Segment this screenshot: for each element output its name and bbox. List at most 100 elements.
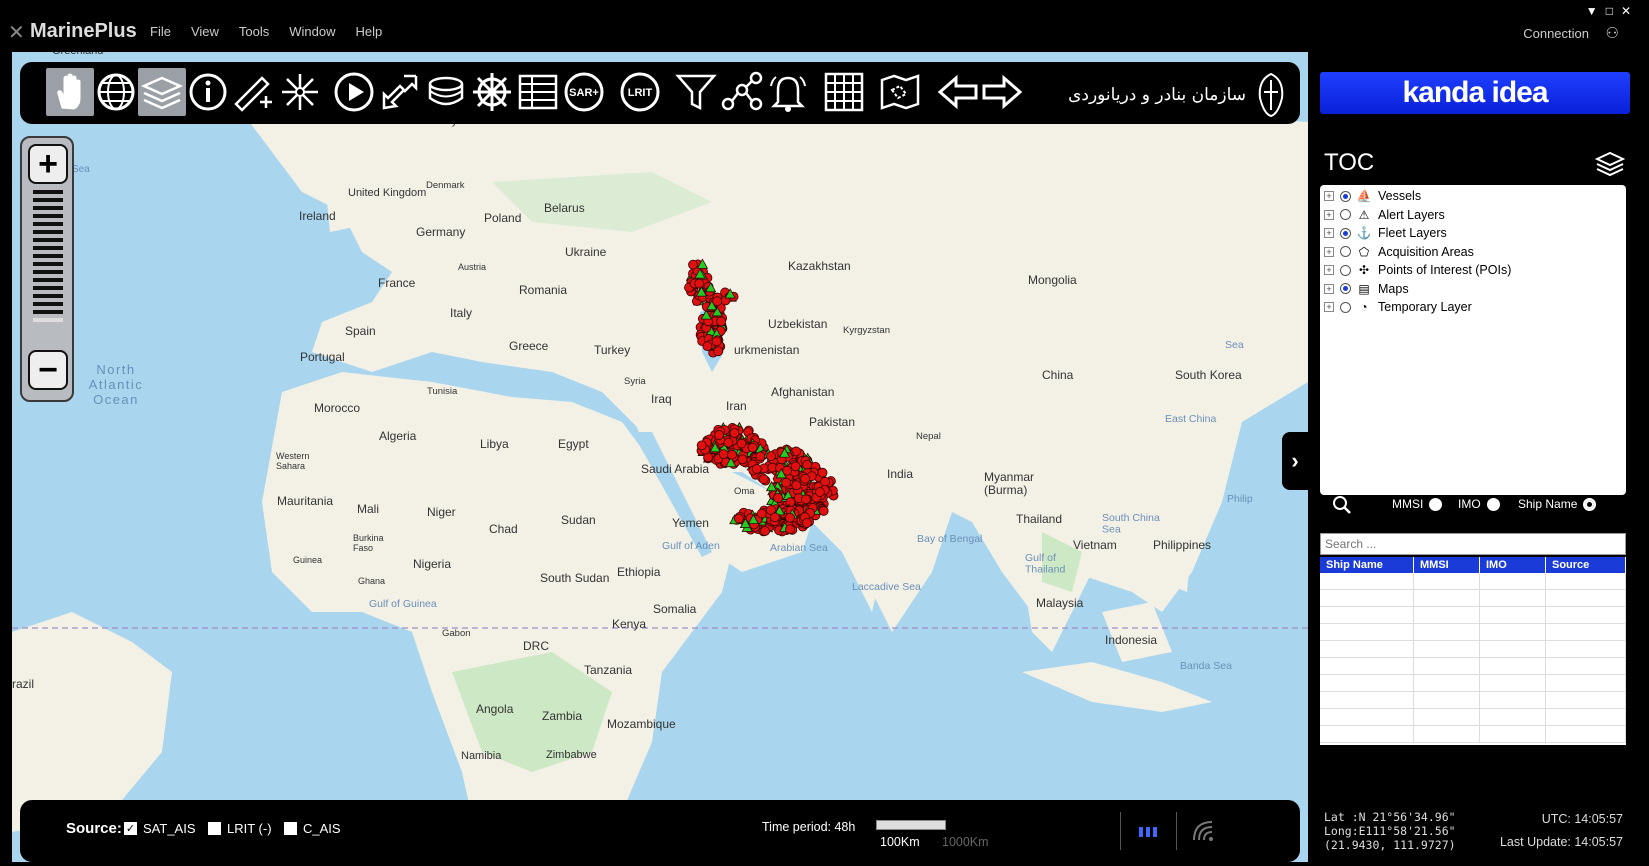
vessel-marker[interactable]	[818, 506, 829, 516]
imo-option[interactable]: IMO	[1458, 497, 1500, 511]
table-row[interactable]	[1320, 607, 1626, 624]
menu-view[interactable]: View	[191, 24, 219, 39]
lrit-tool[interactable]: LRIT	[616, 68, 664, 116]
search-input[interactable]	[1320, 533, 1626, 555]
col-source[interactable]: Source	[1546, 557, 1626, 573]
vessel-marker[interactable]	[729, 428, 740, 438]
zoom-level-tick[interactable]	[33, 238, 63, 242]
layer-item[interactable]: + ▤ Maps	[1324, 280, 1409, 298]
zoom-level-tick[interactable]	[33, 318, 63, 322]
zoom-in-button[interactable]: +	[28, 144, 68, 184]
zoom-level-tick[interactable]	[33, 222, 63, 226]
col-mmsi[interactable]: MMSI	[1414, 557, 1480, 573]
ship-name-option[interactable]: Ship Name	[1518, 497, 1597, 511]
zoom-level-tick[interactable]	[33, 206, 63, 210]
vessel-marker[interactable]	[760, 526, 770, 536]
layer-radio[interactable]	[1340, 283, 1351, 294]
vessel-marker[interactable]	[785, 512, 795, 523]
collapse-panel-button[interactable]: ›	[1282, 432, 1308, 490]
vessel-marker[interactable]	[802, 459, 813, 470]
vessel-marker[interactable]	[751, 464, 762, 474]
vessel-marker[interactable]	[694, 278, 705, 289]
arrows-tool[interactable]	[376, 68, 424, 116]
vessel-marker[interactable]	[785, 524, 795, 535]
vessel-marker[interactable]	[718, 449, 729, 460]
vessel-marker[interactable]	[815, 487, 825, 497]
vessel-marker[interactable]	[734, 513, 744, 524]
info-tool[interactable]	[184, 68, 232, 116]
source-sat-ais[interactable]: ✓ SAT_AIS	[124, 821, 196, 836]
vessel-marker[interactable]	[713, 346, 724, 357]
layer-radio[interactable]	[1340, 190, 1351, 202]
vessel-marker[interactable]	[770, 512, 780, 523]
vessel-marker[interactable]	[688, 259, 698, 270]
globe-tool[interactable]	[92, 68, 140, 116]
vessel-marker[interactable]	[714, 430, 725, 440]
expand-icon[interactable]: +	[1324, 228, 1334, 238]
alarm-tool[interactable]	[764, 68, 812, 116]
menu-window[interactable]: Window	[289, 24, 335, 39]
vessel-marker[interactable]	[702, 341, 713, 352]
table-row[interactable]	[1320, 658, 1626, 675]
layer-radio[interactable]	[1340, 246, 1351, 257]
vessel-marker[interactable]	[711, 336, 722, 347]
vessel-marker[interactable]	[802, 518, 812, 528]
filter-tool[interactable]	[672, 68, 720, 116]
vessel-marker[interactable]	[820, 476, 831, 487]
vessel-marker[interactable]	[758, 474, 769, 485]
vessel-marker[interactable]	[791, 480, 802, 491]
vessel-marker[interactable]	[756, 508, 767, 519]
maximize-button[interactable]: □	[1606, 4, 1613, 18]
minimize-button[interactable]: ▼	[1586, 4, 1598, 18]
zoom-level-tick[interactable]	[33, 214, 63, 218]
connection-icon[interactable]: ⚇	[1606, 24, 1619, 42]
zoom-level-tick[interactable]	[33, 270, 63, 274]
zoom-level-tick[interactable]	[33, 278, 63, 282]
layer-item[interactable]: + ✣ Points of Interest (POIs)	[1324, 261, 1511, 279]
table-row[interactable]	[1320, 590, 1626, 607]
play-tool[interactable]	[330, 68, 378, 116]
grid-tool[interactable]	[820, 68, 868, 116]
vessel-marker[interactable]	[801, 494, 811, 505]
layer-item[interactable]: + ⬠ Acquisition Areas	[1324, 243, 1474, 261]
zoom-slider[interactable]	[33, 190, 63, 326]
map-canvas[interactable]: GreenlandNorwayUnited KingdomIrelandDenm…	[12, 52, 1308, 862]
zoom-level-tick[interactable]	[33, 294, 63, 298]
forward-button[interactable]	[978, 68, 1026, 116]
back-button[interactable]	[934, 68, 982, 116]
vessel-marker[interactable]	[790, 461, 801, 472]
mmsi-radio[interactable]	[1429, 497, 1443, 511]
vessel-marker[interactable]	[696, 440, 707, 451]
source-c-ais[interactable]: C_AIS	[284, 821, 341, 836]
layer-radio[interactable]	[1340, 227, 1351, 239]
wireless-icon[interactable]	[1192, 820, 1214, 842]
vessel-marker[interactable]	[781, 477, 791, 488]
zoom-level-tick[interactable]	[33, 286, 63, 290]
vessel-marker[interactable]	[755, 451, 766, 462]
layer-item[interactable]: + ⚓ Fleet Layers	[1324, 224, 1447, 242]
layer-radio[interactable]	[1340, 301, 1351, 313]
zoom-level-tick[interactable]	[33, 198, 63, 202]
layer-item[interactable]: + ◔ Temporary Layer	[1324, 298, 1472, 316]
time-period-label[interactable]: Time period: 48h	[762, 820, 855, 834]
col-imo[interactable]: IMO	[1480, 557, 1546, 573]
layers-tool[interactable]	[138, 68, 186, 116]
vessel-marker[interactable]	[712, 296, 723, 307]
layer-item[interactable]: + ⛵ Vessels	[1324, 187, 1421, 205]
expand-icon[interactable]: +	[1324, 265, 1334, 275]
expand-icon[interactable]: +	[1324, 246, 1334, 257]
expand-icon[interactable]: +	[1324, 283, 1334, 294]
table-row[interactable]	[1320, 675, 1626, 692]
layer-item[interactable]: + ⚠ Alert Layers	[1324, 206, 1445, 224]
vessel-marker[interactable]	[785, 497, 796, 508]
layer-radio[interactable]	[1340, 264, 1351, 276]
expand-icon[interactable]: +	[1324, 302, 1334, 312]
menu-file[interactable]: File	[150, 24, 171, 39]
expand-icon[interactable]: +	[1324, 209, 1334, 220]
zoom-level-tick[interactable]	[33, 246, 63, 250]
table-row[interactable]	[1320, 692, 1626, 709]
map-view[interactable]: GreenlandNorwayUnited KingdomIrelandDenm…	[12, 52, 1308, 862]
helm-tool[interactable]	[468, 68, 516, 116]
zoom-out-button[interactable]: −	[28, 350, 68, 390]
menu-help[interactable]: Help	[356, 24, 383, 39]
